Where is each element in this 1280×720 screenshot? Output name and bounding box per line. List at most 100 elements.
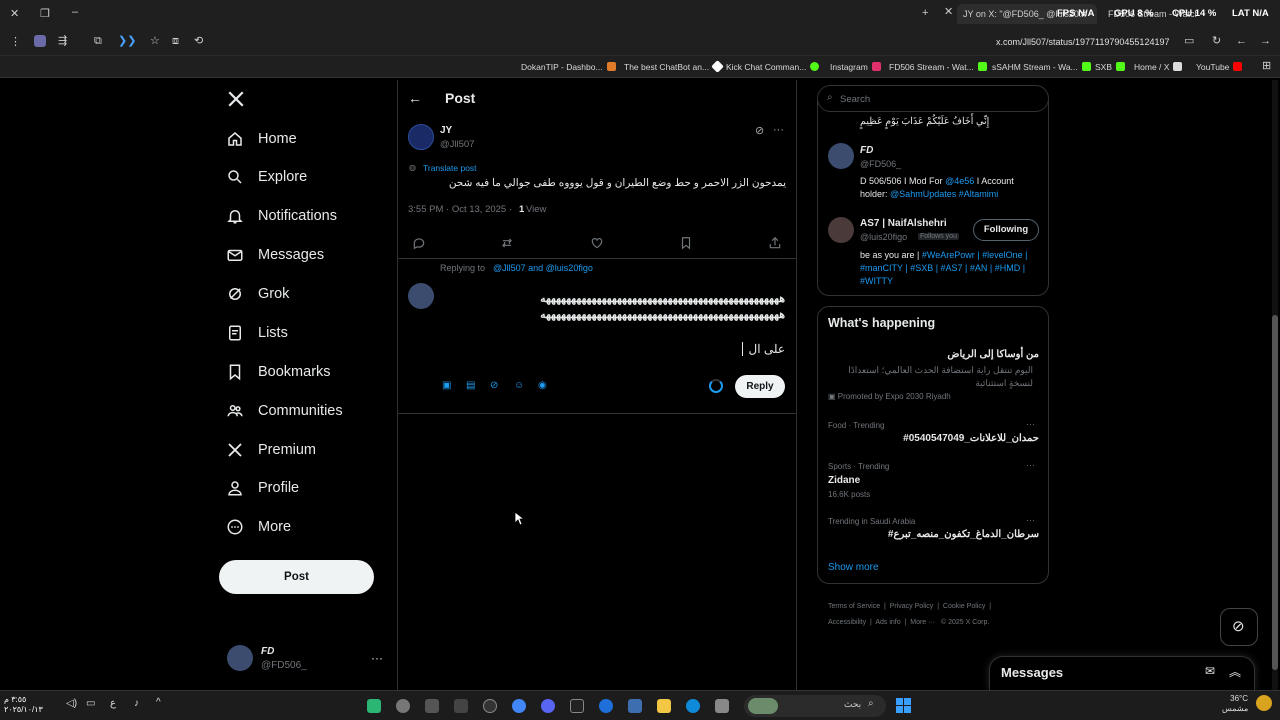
bookmark-icon[interactable] xyxy=(679,236,693,250)
person-handle[interactable]: @FD506_ xyxy=(860,159,901,169)
gif-icon[interactable]: ▤ xyxy=(466,380,475,391)
bookmark-item[interactable]: Instagram xyxy=(830,60,881,74)
bookmark-item[interactable]: SXB xyxy=(1095,60,1126,74)
nav-item-grok[interactable]: Grok xyxy=(226,280,289,308)
reply-text-input[interactable]: على ال xyxy=(600,342,785,356)
close-window-icon[interactable]: ✕ xyxy=(10,7,19,21)
discord-icon[interactable] xyxy=(541,699,555,713)
footer-link[interactable]: Cookie Policy xyxy=(943,603,985,610)
footer-link[interactable]: Privacy Policy xyxy=(890,603,934,610)
volume-icon[interactable]: ◁) xyxy=(66,698,77,709)
tab-close-icon[interactable]: ✕ xyxy=(944,5,953,19)
grok-icon[interactable]: ⊘ xyxy=(755,124,764,137)
translate-post-link[interactable]: Translate post xyxy=(423,163,477,173)
nav-item-lists[interactable]: Lists xyxy=(226,319,288,347)
app-icon[interactable] xyxy=(715,699,729,713)
bookmark-item[interactable]: FD506 Stream - Wat... xyxy=(889,60,987,74)
nav-item-messages[interactable]: Messages xyxy=(226,241,324,269)
trend-title[interactable]: #حمدان_للاعلانات_0540547049 xyxy=(828,433,1039,444)
bookmark-item[interactable]: The best ChatBot an... xyxy=(624,60,724,74)
app-icon[interactable] xyxy=(425,699,439,713)
trend-title[interactable]: Zidane xyxy=(828,475,860,486)
edge-icon[interactable] xyxy=(686,699,700,713)
favorite-star-icon[interactable]: ☆ xyxy=(150,34,160,48)
repost-icon[interactable] xyxy=(500,236,514,250)
nav-item-bookmarks[interactable]: Bookmarks xyxy=(226,358,331,386)
more-bookmarks-icon[interactable]: ⊞ xyxy=(1262,59,1271,73)
emoji-icon[interactable]: ☺ xyxy=(514,380,524,391)
nav-item-explore[interactable]: Explore xyxy=(226,163,307,191)
bookmark-item[interactable]: Kick Chat Comman... xyxy=(726,60,820,74)
trend-more-icon[interactable]: ··· xyxy=(1026,460,1035,470)
new-message-icon[interactable]: ✉ xyxy=(1205,664,1215,678)
following-button[interactable]: Following xyxy=(973,219,1039,241)
post-button[interactable]: Post xyxy=(219,560,374,594)
app-icon[interactable] xyxy=(454,699,468,713)
refresh-icon[interactable]: ↻ xyxy=(1212,34,1221,48)
bookmark-item[interactable]: sSAHM Stream - Wa... xyxy=(992,60,1091,74)
bio-link[interactable]: @SahmUpdates #Altamimi xyxy=(890,189,998,199)
settings-icon[interactable] xyxy=(396,699,410,713)
app-icon[interactable] xyxy=(599,699,613,713)
trend-more-icon[interactable]: ··· xyxy=(1026,419,1035,429)
menu-dots-icon[interactable]: ⋮ xyxy=(10,35,21,49)
app-icon[interactable] xyxy=(628,699,642,713)
media-icon[interactable]: ▣ xyxy=(442,380,451,391)
bookmark-item[interactable]: YouTube xyxy=(1196,60,1243,74)
account-menu-icon[interactable]: ··· xyxy=(371,651,383,665)
nav-item-communities[interactable]: Communities xyxy=(226,397,343,425)
app-icon[interactable] xyxy=(570,699,584,713)
scrollbar-thumb[interactable] xyxy=(1272,315,1278,670)
forward-icon[interactable]: → xyxy=(1260,34,1271,48)
person-name[interactable]: AS7 | NaifAlshehri xyxy=(860,218,947,229)
nav-item-home[interactable]: Home xyxy=(226,125,297,153)
profile-icon[interactable] xyxy=(34,35,46,47)
replying-users-link[interactable]: @Jll507 and @luis20figo xyxy=(493,263,593,273)
bio-link[interactable]: @4e56 xyxy=(945,176,974,186)
reply-button[interactable]: Reply xyxy=(735,375,785,398)
copilot-icon[interactable]: ⧈ xyxy=(172,34,179,48)
footer-link[interactable]: Accessibility xyxy=(828,619,866,626)
app-icon[interactable] xyxy=(367,699,381,713)
windows-start-icon[interactable] xyxy=(896,698,911,713)
language-icon[interactable]: ع xyxy=(110,698,116,709)
author-name[interactable]: JY xyxy=(440,125,452,136)
x-logo-icon[interactable] xyxy=(227,90,245,108)
tabs-icon[interactable]: ⧉ xyxy=(94,34,102,48)
nav-item-premium[interactable]: Premium xyxy=(226,436,316,464)
taskbar-search[interactable]: بحث ⌕ xyxy=(744,695,886,717)
url-field[interactable]: x.com/Jll507/status/1977119790455124197 xyxy=(996,37,1169,47)
person-handle[interactable]: @luis20figo xyxy=(860,232,907,242)
back-icon[interactable]: ← xyxy=(1236,34,1247,48)
new-tab-icon[interactable]: + xyxy=(922,6,928,20)
nav-item-more[interactable]: More xyxy=(226,513,291,541)
tray-expand-icon[interactable]: ^ xyxy=(156,697,161,708)
mic-icon[interactable]: ♪ xyxy=(134,698,139,709)
extensions-icon[interactable]: ⟲ xyxy=(194,34,203,48)
avatar[interactable] xyxy=(828,217,854,243)
collections-icon[interactable]: ⇶ xyxy=(58,34,67,48)
nav-item-profile[interactable]: Profile xyxy=(226,474,299,502)
avatar[interactable] xyxy=(828,143,854,169)
reply-text-line[interactable]: هههههههههههههههههههههههههههههههههههههههه… xyxy=(445,292,785,305)
taskbar-clock[interactable]: ٣:٥٥ م ٢٠٢٥/١٠/١٣ xyxy=(4,695,43,715)
reply-text-line[interactable]: هههههههههههههههههههههههههههههههههههههههه… xyxy=(445,308,785,321)
reply-icon[interactable] xyxy=(412,236,426,250)
scrollbar-track[interactable] xyxy=(1272,80,1278,690)
grok-float-button[interactable]: ⊘ xyxy=(1220,608,1258,646)
footer-link[interactable]: Terms of Service xyxy=(828,603,880,610)
minimize-window-icon[interactable]: – xyxy=(72,5,78,19)
chrome-icon[interactable] xyxy=(512,699,526,713)
like-icon[interactable] xyxy=(590,236,604,250)
author-handle[interactable]: @Jll507 xyxy=(440,139,474,150)
nav-item-notifications[interactable]: Notifications xyxy=(226,202,337,230)
messages-drawer[interactable]: Messages ✉ ︽ xyxy=(989,656,1255,690)
account-avatar[interactable] xyxy=(227,645,253,671)
trend-more-icon[interactable]: ··· xyxy=(1026,515,1035,525)
trend-title[interactable]: #سرطان_الدماغ_تكفون_منصه_تبرع xyxy=(828,529,1039,540)
network-icon[interactable]: ▭ xyxy=(86,698,95,709)
post-more-icon[interactable]: ··· xyxy=(773,124,784,136)
footer-link[interactable]: More ··· xyxy=(910,619,935,626)
share-icon[interactable] xyxy=(768,236,782,250)
footer-link[interactable]: Ads info xyxy=(875,619,900,626)
